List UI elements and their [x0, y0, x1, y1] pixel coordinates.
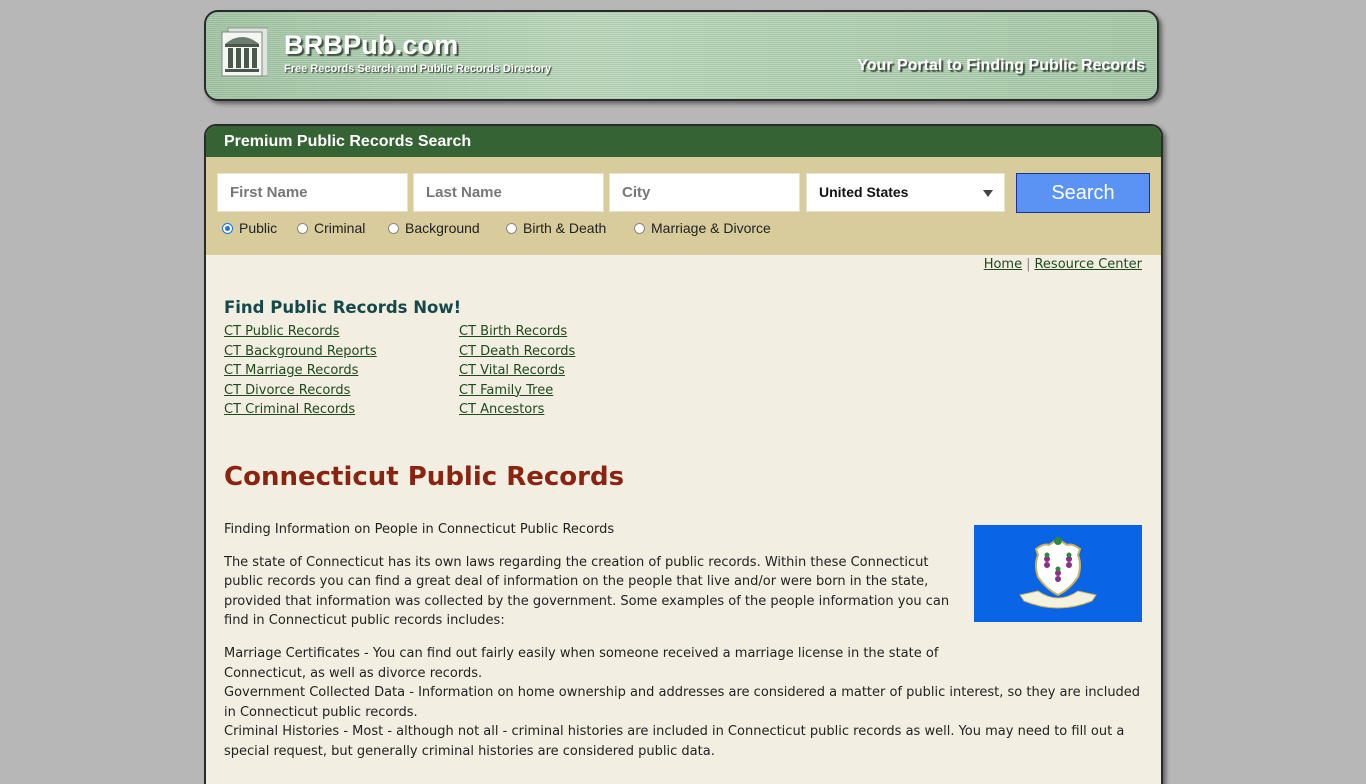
courthouse-icon[interactable]: [220, 26, 268, 78]
radio-checked-icon[interactable]: [222, 222, 233, 234]
nav-separator: |: [1026, 257, 1031, 272]
radio-unchecked-icon[interactable]: [634, 222, 645, 234]
site-tagline: Free Records Search and Public Records D…: [284, 63, 552, 75]
radio-background[interactable]: Background: [388, 220, 480, 236]
records-links-column-2: CT Birth Records CT Death Records CT Vit…: [459, 322, 575, 420]
ct-background-reports-link[interactable]: CT Background Reports: [224, 342, 377, 362]
search-section-title: Premium Public Records Search: [206, 126, 1161, 157]
ct-divorce-records-link[interactable]: CT Divorce Records: [224, 381, 377, 401]
city-field[interactable]: [609, 173, 800, 212]
ct-public-records-link[interactable]: CT Public Records: [224, 322, 377, 342]
intro-text: Finding Information on People in Connect…: [224, 522, 615, 537]
radio-criminal[interactable]: Criminal: [297, 220, 365, 236]
radio-label: Birth & Death: [523, 220, 607, 236]
last-name-input[interactable]: [426, 174, 603, 211]
radio-unchecked-icon[interactable]: [297, 222, 308, 234]
first-name-input[interactable]: [230, 174, 407, 211]
page-title: Connecticut Public Records: [224, 462, 625, 492]
first-name-field[interactable]: [217, 173, 408, 212]
site-header-banner: BRBPub.com Free Records Search and Publi…: [204, 10, 1159, 101]
radio-public[interactable]: Public: [222, 220, 277, 236]
ct-vital-records-link[interactable]: CT Vital Records: [459, 361, 575, 381]
site-name[interactable]: BRBPub.com: [284, 30, 459, 61]
resource-center-link[interactable]: Resource Center: [1034, 257, 1142, 272]
ct-marriage-records-link[interactable]: CT Marriage Records: [224, 361, 377, 381]
record-type-radios: Public Criminal Background Birth & Death…: [206, 220, 1161, 240]
records-links-column-1: CT Public Records CT Background Reports …: [224, 322, 377, 420]
radio-marriage-divorce[interactable]: Marriage & Divorce: [634, 220, 771, 236]
search-button[interactable]: Search: [1016, 173, 1150, 213]
radio-label: Criminal: [314, 220, 366, 236]
intro-paragraph: The state of Connecticut has its own law…: [224, 554, 950, 629]
info-item-marriage: Marriage Certificates - You can find out…: [224, 645, 939, 681]
info-item-government-data: Government Collected Data - Information …: [224, 685, 1141, 720]
top-nav-links: Home | Resource Center: [984, 257, 1142, 272]
chevron-down-icon: [983, 190, 993, 197]
ct-birth-records-link[interactable]: CT Birth Records: [459, 322, 575, 342]
info-item-criminal-histories: Criminal Histories - Most - although not…: [224, 724, 1125, 759]
article-content: Finding Information on People in Connect…: [224, 520, 1144, 762]
site-slogan: Your Portal to Finding Public Records: [857, 57, 1145, 74]
radio-label: Marriage & Divorce: [651, 220, 771, 236]
radio-label: Background: [405, 220, 480, 236]
country-select-value: United States: [819, 184, 909, 200]
radio-birth-death[interactable]: Birth & Death: [506, 220, 606, 236]
city-input[interactable]: [622, 174, 799, 211]
ct-ancestors-link[interactable]: CT Ancestors: [459, 400, 575, 420]
ct-criminal-records-link[interactable]: CT Criminal Records: [224, 400, 377, 420]
main-panel: Premium Public Records Search United Sta…: [204, 124, 1163, 784]
search-form: United States Search Public Criminal Bac…: [206, 157, 1161, 255]
ct-family-tree-link[interactable]: CT Family Tree: [459, 381, 575, 401]
radio-unchecked-icon[interactable]: [388, 222, 399, 234]
home-link[interactable]: Home: [984, 257, 1022, 272]
ct-death-records-link[interactable]: CT Death Records: [459, 342, 575, 362]
radio-unchecked-icon[interactable]: [506, 222, 517, 234]
last-name-field[interactable]: [413, 173, 604, 212]
radio-label: Public: [239, 220, 278, 236]
country-select[interactable]: United States: [806, 173, 1005, 212]
find-records-heading: Find Public Records Now!: [224, 298, 462, 317]
